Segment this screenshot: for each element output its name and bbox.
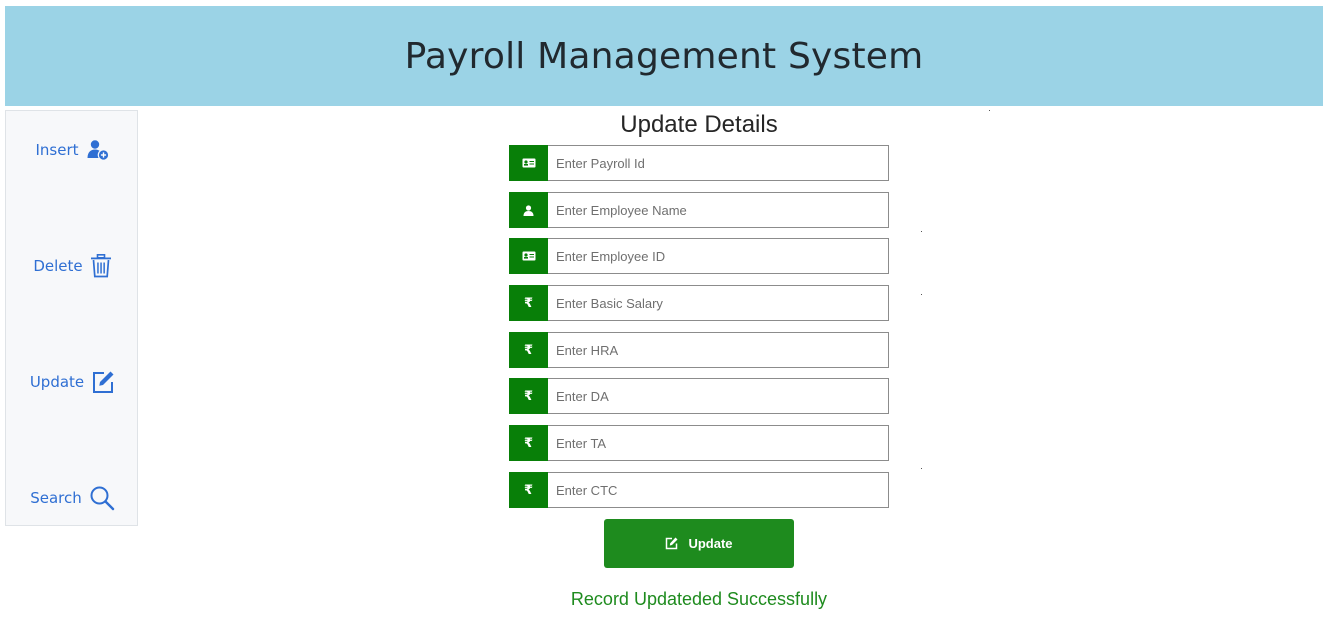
edit-icon	[93, 371, 114, 393]
employee-name-field	[509, 192, 889, 228]
trash-icon	[90, 254, 111, 278]
basic-salary-field: ₹	[509, 285, 889, 321]
ctc-field: ₹	[509, 472, 889, 508]
sidebar-item-insert[interactable]: Insert	[6, 133, 139, 167]
dot	[921, 468, 922, 469]
basic-salary-input[interactable]	[548, 285, 889, 321]
user-icon	[509, 192, 548, 228]
da-field: ₹	[509, 378, 889, 414]
status-message: Record Updateded Successfully	[570, 589, 828, 609]
payroll-id-input[interactable]	[548, 145, 889, 181]
id-card-icon	[509, 145, 548, 181]
rupee-icon: ₹	[509, 285, 548, 321]
employee-name-input[interactable]	[548, 192, 889, 228]
sidebar: Insert Delete Update Search	[5, 110, 138, 526]
sidebar-item-update[interactable]: Update	[6, 365, 139, 399]
sidebar-item-label: Search	[30, 489, 82, 507]
sidebar-item-label: Delete	[33, 257, 83, 275]
rupee-icon: ₹	[509, 472, 548, 508]
hra-input[interactable]	[548, 332, 889, 368]
rupee-icon: ₹	[509, 378, 548, 414]
rupee-icon: ₹	[509, 332, 548, 368]
payroll-id-field	[509, 145, 889, 181]
sidebar-item-delete[interactable]: Delete	[6, 249, 139, 283]
app-header: Payroll Management System	[5, 6, 1323, 106]
hra-field: ₹	[509, 332, 889, 368]
update-button-label: Update	[688, 536, 733, 551]
id-card-icon	[509, 238, 548, 274]
search-icon	[90, 486, 114, 511]
form-title: Update Details	[620, 111, 778, 138]
sidebar-item-search[interactable]: Search	[6, 481, 139, 515]
sidebar-item-label: Update	[29, 373, 85, 391]
ta-input[interactable]	[548, 425, 889, 461]
page-title: Payroll Management System	[404, 35, 924, 77]
user-plus-icon	[87, 140, 109, 161]
dot	[989, 110, 990, 111]
da-input[interactable]	[548, 378, 889, 414]
dot	[921, 231, 922, 232]
update-button[interactable]: Update	[604, 519, 794, 568]
ta-field: ₹	[509, 425, 889, 461]
rupee-icon: ₹	[509, 425, 548, 461]
dot	[921, 294, 922, 295]
ctc-input[interactable]	[548, 472, 889, 508]
sidebar-item-label: Insert	[35, 141, 79, 159]
employee-id-input[interactable]	[548, 238, 889, 274]
edit-icon	[666, 537, 678, 550]
employee-id-field	[509, 238, 889, 274]
